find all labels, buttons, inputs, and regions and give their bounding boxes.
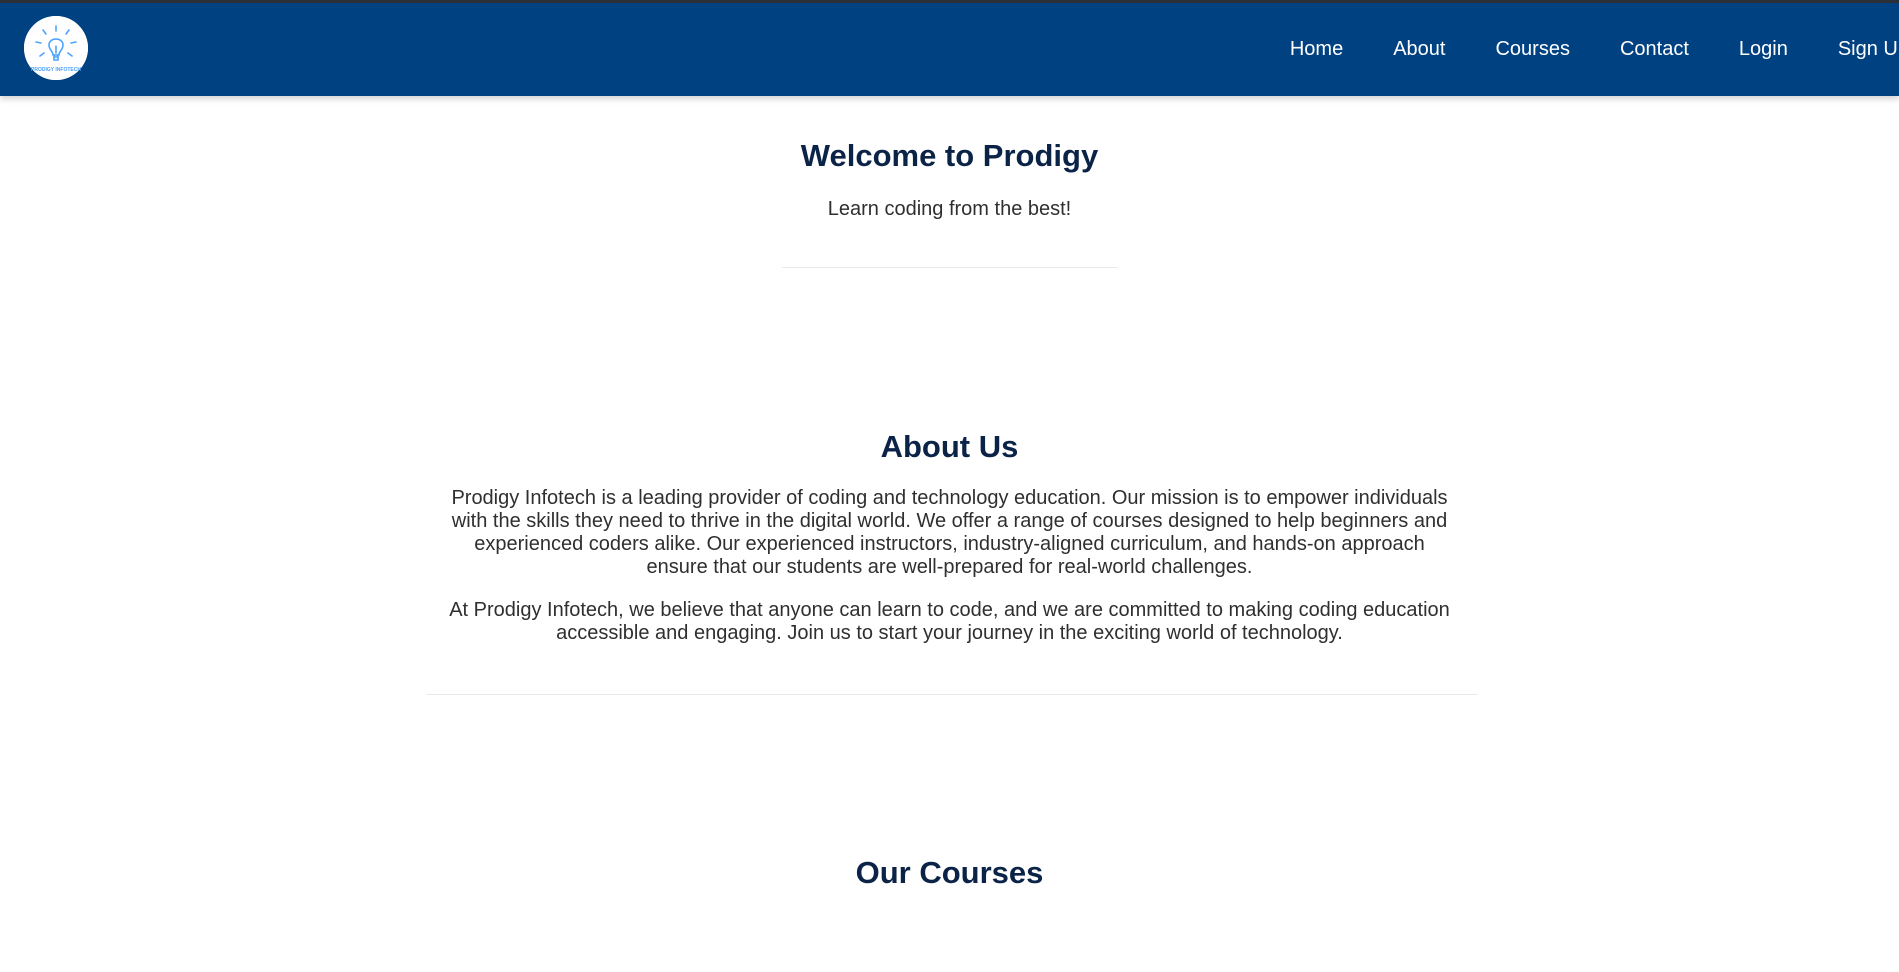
nav-about-link[interactable]: About xyxy=(1393,38,1445,61)
about-divider xyxy=(426,694,1478,695)
about-section: About Us Prodigy Infotech is a leading p… xyxy=(0,429,1899,645)
nav-courses-link[interactable]: Courses xyxy=(1495,38,1569,61)
hero-divider xyxy=(782,267,1118,268)
nav-contact-link[interactable]: Contact xyxy=(1620,38,1689,61)
hero-title: Welcome to Prodigy xyxy=(800,138,1099,173)
prodigy-logo[interactable]: PRODIGY INFOTECH xyxy=(24,16,88,80)
about-text: Prodigy Infotech is a leading provider o… xyxy=(445,487,1455,645)
nav-home-link[interactable]: Home xyxy=(1290,38,1343,61)
nav-signup-link[interactable]: Sign Up xyxy=(1838,38,1899,61)
courses-title: Our Courses xyxy=(855,855,1044,890)
hero-section: Welcome to Prodigy Learn coding from the… xyxy=(0,138,1899,221)
top-navigation-bar: PRODIGY INFOTECH Home About Courses Cont… xyxy=(0,0,1899,96)
logo-text: PRODIGY INFOTECH xyxy=(31,67,81,73)
about-title: About Us xyxy=(880,429,1019,464)
courses-section: Our Courses xyxy=(0,855,1899,891)
page: PRODIGY INFOTECH Home About Courses Cont… xyxy=(0,0,1899,972)
lightbulb-icon: PRODIGY INFOTECH xyxy=(24,16,88,80)
about-paragraph-2: At Prodigy Infotech, we believe that any… xyxy=(449,599,1450,644)
about-paragraph-1: Prodigy Infotech is a leading provider o… xyxy=(451,487,1448,578)
nav-login-link[interactable]: Login xyxy=(1739,38,1788,61)
hero-subtitle: Learn coding from the best! xyxy=(827,198,1072,220)
main-nav: Home About Courses Contact Login Sign Up xyxy=(1240,3,1899,96)
